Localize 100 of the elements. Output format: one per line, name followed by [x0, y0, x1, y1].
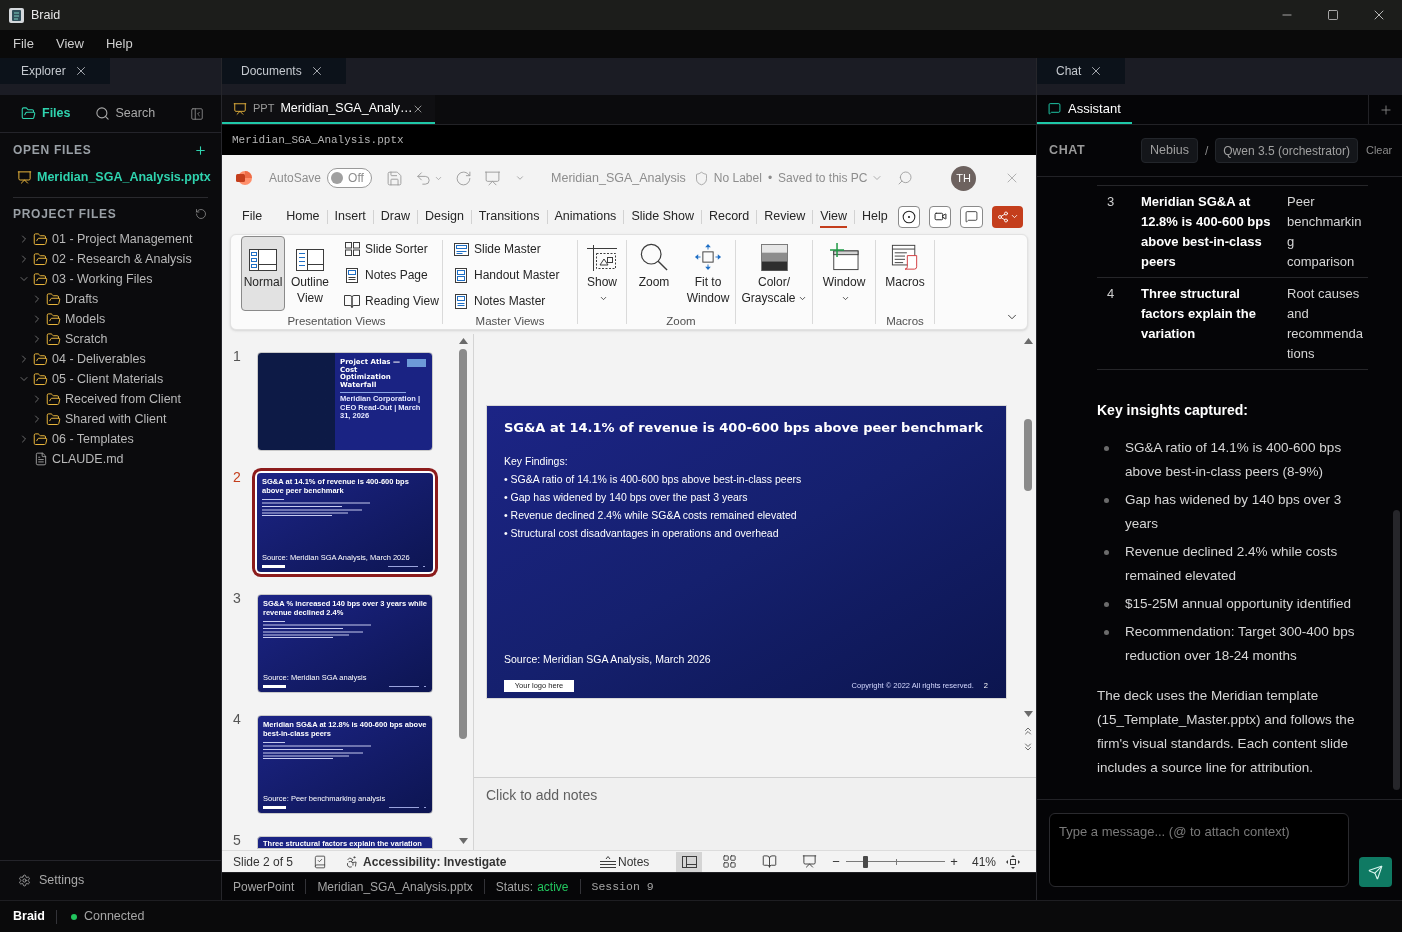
ribbon-tab[interactable]: Help: [855, 201, 895, 232]
mode-tab[interactable]: Search: [94, 104, 156, 123]
ribbon-tab[interactable]: Home: [279, 201, 327, 232]
tree-item[interactable]: CLAUDE.md: [0, 449, 221, 469]
tree-item[interactable]: 01 - Project Management: [0, 229, 221, 249]
app-name: Braid: [13, 908, 45, 926]
insights-heading: Key insights captured:: [1097, 401, 1249, 420]
folder-icon: [46, 411, 61, 427]
panel-tab[interactable]: Chat: [1037, 58, 1126, 84]
insight-text: Revenue declined 2.4% while costs remained elevated: [1125, 543, 1339, 585]
ribbon-button[interactable]: Zoom: [631, 236, 677, 311]
message-input[interactable]: Type a message... (@ to attach context): [1049, 813, 1349, 887]
folder-icon: [33, 251, 48, 267]
tree-item[interactable]: 06 - Templates: [0, 429, 221, 449]
ribbon-button[interactable]: Reading View: [340, 288, 443, 314]
tree-item[interactable]: 05 - Client Materials: [0, 369, 221, 389]
zoom-in-button[interactable]: +: [950, 855, 958, 868]
tree-item[interactable]: Drafts: [0, 289, 221, 309]
assistant-tab[interactable]: Assistant: [1037, 95, 1132, 124]
collapse-sidebar-button[interactable]: [190, 106, 204, 121]
view-button[interactable]: [676, 851, 702, 872]
ribbon-tab[interactable]: Design: [417, 201, 471, 232]
ribbon-button[interactable]: Color/ Grayscale: [740, 236, 808, 311]
scrollbar-thumb[interactable]: [1393, 510, 1400, 790]
record-button[interactable]: [898, 205, 920, 228]
ribbon-button[interactable]: Slide Sorter: [340, 236, 443, 262]
ribbon-tab[interactable]: Slide Show: [624, 201, 701, 232]
ribbon-tab[interactable]: Insert: [327, 201, 373, 232]
menu-item[interactable]: Help: [94, 30, 144, 58]
add-button[interactable]: [194, 143, 207, 157]
model-selector[interactable]: Qwen 3.5 (orchestrator): [1215, 138, 1358, 163]
settings-icon: [18, 874, 31, 887]
document-tab[interactable]: PPT Meridian_SGA_Analy…: [222, 95, 435, 124]
accessibility-button[interactable]: Accessibility: Investigate: [345, 852, 507, 871]
window-title: Braid: [31, 6, 61, 24]
camera-button[interactable]: [929, 205, 951, 228]
scroll-down-arrow-icon[interactable]: [1023, 711, 1033, 717]
panel-tab[interactable]: Documents: [222, 58, 346, 84]
tree-item[interactable]: Received from Client: [0, 389, 221, 409]
table-cell-text: Meridian SG&A at 12.8% is 400-600 bps above best-in-class peers: [1141, 193, 1272, 271]
share-button[interactable]: [992, 205, 1023, 228]
slide-position: Slide 2 of 5: [233, 853, 294, 871]
menu-item[interactable]: File: [2, 30, 45, 58]
panel-tab[interactable]: Explorer: [0, 58, 110, 84]
ribbon-tab[interactable]: Record: [701, 201, 757, 232]
slider-thumb[interactable]: [862, 855, 868, 868]
ribbon-button[interactable]: Show: [584, 236, 620, 311]
tree-item[interactable]: 02 - Research & Analysis: [0, 249, 221, 269]
scroll-up-arrow-icon[interactable]: [458, 338, 468, 344]
tree-item[interactable]: Scratch: [0, 329, 221, 349]
book-icon: [761, 854, 777, 869]
folder-icon: [33, 231, 48, 247]
ribbon-button[interactable]: Fit to Window: [680, 236, 736, 311]
table-cell-text: Root causes and recommendations: [1287, 285, 1363, 363]
ribbon-button[interactable]: Window: [819, 236, 869, 311]
share-icon: [996, 210, 1009, 223]
ribbon-button[interactable]: Macros: [879, 236, 931, 311]
ribbon-tab[interactable]: View: [813, 201, 855, 232]
ribbon-button[interactable]: Notes Master: [449, 288, 564, 314]
scroll-down-arrow-icon[interactable]: [458, 838, 468, 844]
scrollbar-thumb[interactable]: [459, 349, 467, 739]
ribbon-button[interactable]: Normal: [241, 236, 285, 311]
tree-item[interactable]: 03 - Working Files: [0, 269, 221, 289]
slide-number: 3: [233, 589, 242, 607]
clear-button[interactable]: Clear: [1366, 142, 1393, 159]
folder-icon: [33, 271, 48, 287]
mode-tab[interactable]: Files: [21, 104, 71, 123]
ribbon-tab[interactable]: File: [235, 201, 270, 232]
zoom-slider[interactable]: [846, 855, 945, 868]
zoom-out-button[interactable]: −: [832, 855, 840, 868]
text-lines-icon: [262, 499, 372, 516]
tree-item[interactable]: 04 - Deliverables: [0, 349, 221, 369]
scroll-up-arrow-icon[interactable]: [1023, 338, 1033, 344]
send-button[interactable]: [1359, 857, 1392, 887]
notes-button[interactable]: Notes: [600, 852, 648, 871]
tree-item[interactable]: Models: [0, 309, 221, 329]
refresh-icon: [195, 207, 207, 220]
ribbon-button[interactable]: Outline View: [288, 236, 332, 311]
ribbon-button[interactable]: Handout Master: [449, 262, 564, 288]
ribbon-tab[interactable]: Draw: [373, 201, 417, 232]
provider-selector[interactable]: Nebius: [1141, 138, 1198, 163]
fit-slide-icon[interactable]: [1006, 854, 1020, 869]
open-file-item[interactable]: Meridian_SGA_Analysis.pptx: [0, 167, 221, 187]
autosave-toggle[interactable]: Off: [327, 168, 373, 188]
ribbon-tab[interactable]: Animations: [547, 201, 624, 232]
ribbon-tab[interactable]: Review: [757, 201, 813, 232]
camera-icon: [933, 210, 947, 223]
ribbon-button[interactable]: Notes Page: [340, 262, 443, 288]
tree-item[interactable]: Shared with Client: [0, 409, 221, 429]
refresh-button[interactable]: [195, 207, 207, 220]
file-type-label: PPT: [253, 101, 275, 117]
scrollbar-thumb[interactable]: [1024, 419, 1032, 491]
ribbon-button[interactable]: Slide Master: [449, 236, 564, 262]
notes-lines-icon: [600, 855, 616, 868]
comments-button[interactable]: [960, 205, 983, 228]
ribbon-tab[interactable]: Transitions: [471, 201, 547, 232]
menu-item[interactable]: View: [44, 30, 95, 58]
comment-icon: [965, 210, 978, 223]
slide-bullet: • Gap has widened by 140 bps over the past 3 years: [504, 490, 749, 505]
user-avatar[interactable]: TH: [951, 165, 976, 191]
